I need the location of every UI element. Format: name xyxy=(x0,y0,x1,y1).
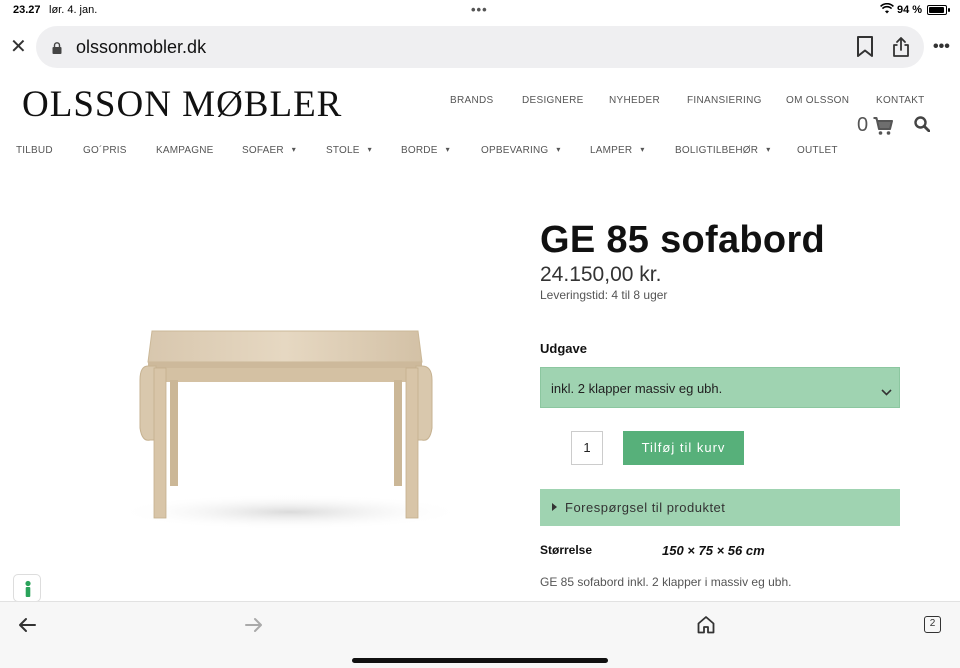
lock-icon xyxy=(52,41,62,54)
nav-go-pris[interactable]: GO´PRIS xyxy=(83,145,127,156)
product-title: GE 85 sofabord xyxy=(540,219,826,261)
more-options-icon[interactable]: ••• xyxy=(933,38,950,56)
delivery-time: Leveringstid: 4 til 8 uger xyxy=(540,288,668,302)
status-date: lør. 4. jan. xyxy=(49,4,98,16)
topnav-designere[interactable]: DESIGNERE xyxy=(522,95,584,106)
chevron-down-icon: ▾ xyxy=(556,145,561,154)
home-indicator[interactable] xyxy=(352,658,608,663)
chevron-down-icon: ▾ xyxy=(766,145,771,154)
variant-label: Udgave xyxy=(540,341,587,356)
back-arrow-icon[interactable] xyxy=(18,617,36,638)
quantity-input[interactable]: 1 xyxy=(571,431,603,465)
topnav-finansiering[interactable]: FINANSIERING xyxy=(687,95,762,106)
nav-borde[interactable]: BORDE ▾ xyxy=(401,145,450,156)
add-to-cart-button[interactable]: Tilføj til kurv xyxy=(623,431,744,465)
share-icon[interactable] xyxy=(892,36,910,63)
bookmark-icon[interactable] xyxy=(856,36,874,63)
nav-tilbud[interactable]: TILBUD xyxy=(16,145,53,156)
nav-lamper[interactable]: LAMPER ▾ xyxy=(590,145,645,156)
product-description: GE 85 sofabord inkl. 2 klapper i massiv … xyxy=(540,575,792,589)
nav-kampagne[interactable]: KAMPAGNE xyxy=(156,145,214,156)
cart-icon[interactable] xyxy=(873,116,893,141)
caret-right-icon xyxy=(552,503,557,511)
multitasking-dots-icon[interactable]: ••• xyxy=(471,2,488,17)
nav-outlet[interactable]: OUTLET xyxy=(797,145,838,156)
variant-select[interactable]: inkl. 2 klapper massiv eg ubh. xyxy=(540,367,900,408)
chevron-down-icon: ▾ xyxy=(445,145,450,154)
close-icon[interactable]: ✕ xyxy=(10,37,27,57)
topnav-brands[interactable]: BRANDS xyxy=(450,95,493,106)
product-price: 24.150,00 kr. xyxy=(540,263,662,286)
topnav-kontakt[interactable]: KONTAKT xyxy=(876,95,925,106)
url-text[interactable]: olssonmobler.dk xyxy=(76,37,206,58)
product-inquiry-toggle[interactable]: Forespørgsel til produktet xyxy=(540,489,900,526)
inquiry-label: Forespørgsel til produktet xyxy=(565,500,726,515)
tabs-count-icon[interactable]: 2 xyxy=(924,616,941,633)
topnav-om-olsson[interactable]: OM OLSSON xyxy=(786,95,849,106)
accessibility-icon[interactable] xyxy=(13,574,41,602)
status-bar: 23.27 lør. 4. jan. ••• 94 % xyxy=(0,0,960,20)
address-bar[interactable]: olssonmobler.dk xyxy=(36,26,924,68)
cart-count[interactable]: 0 xyxy=(857,114,868,137)
product-image[interactable] xyxy=(110,300,470,530)
nav-boligtilbehor[interactable]: BOLIGTILBEHØR ▾ xyxy=(675,145,770,156)
size-value: 150 × 75 × 56 cm xyxy=(662,543,765,558)
nav-stole[interactable]: STOLE ▾ xyxy=(326,145,372,156)
size-label: Størrelse xyxy=(540,543,593,557)
chevron-down-icon: ▾ xyxy=(291,145,296,154)
nav-opbevaring[interactable]: OPBEVARING ▾ xyxy=(481,145,561,156)
battery-icon xyxy=(927,5,947,15)
wifi-icon xyxy=(880,2,894,17)
chevron-down-icon xyxy=(881,383,892,401)
status-time: 23.27 xyxy=(13,4,41,16)
browser-toolbar: 2 xyxy=(0,601,960,668)
topnav-nyheder[interactable]: NYHEDER xyxy=(609,95,660,106)
battery-percentage: 94 % xyxy=(897,4,923,16)
variant-selected-value: inkl. 2 klapper massiv eg ubh. xyxy=(551,381,723,396)
chevron-down-icon: ▾ xyxy=(640,145,645,154)
chevron-down-icon: ▾ xyxy=(367,145,372,154)
site-logo[interactable]: OLSSON MØBLER xyxy=(22,83,342,126)
search-icon[interactable] xyxy=(914,116,931,137)
forward-arrow-icon[interactable] xyxy=(245,617,263,638)
nav-sofaer[interactable]: SOFAER ▾ xyxy=(242,145,296,156)
home-icon[interactable] xyxy=(697,615,715,639)
